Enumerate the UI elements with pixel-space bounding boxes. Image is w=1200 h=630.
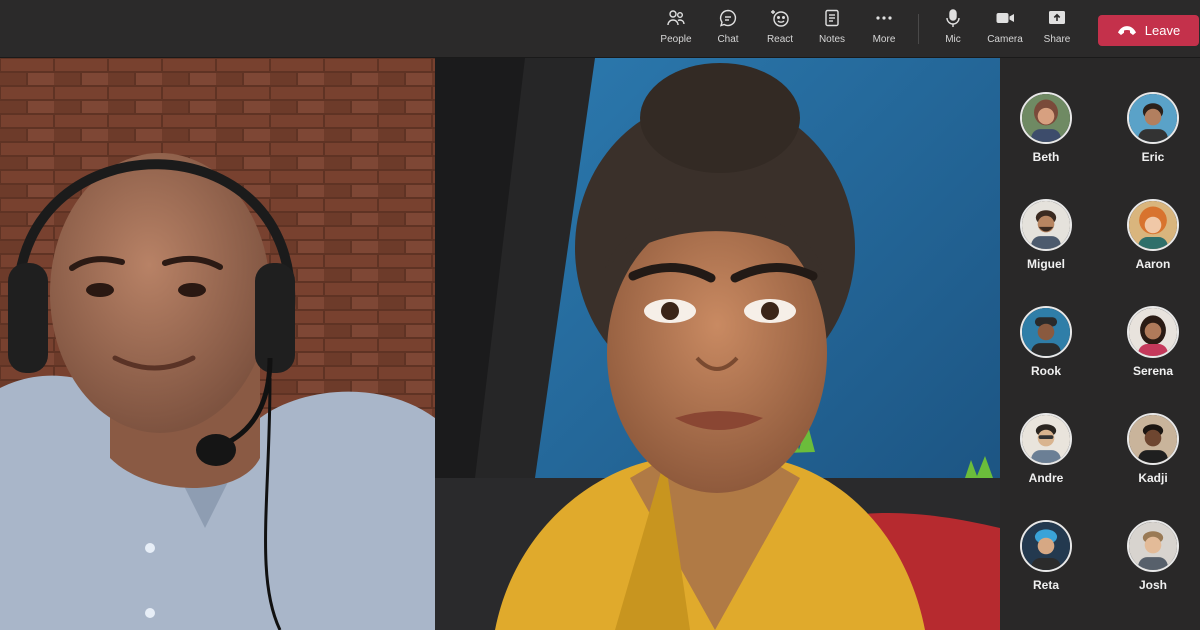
people-button[interactable]: People (650, 8, 702, 52)
react-label: React (766, 34, 794, 45)
participant-eric[interactable]: Eric (1108, 92, 1198, 182)
people-label: People (660, 34, 692, 45)
participant-andre[interactable]: Andre (1001, 413, 1091, 503)
react-button[interactable]: React (754, 8, 806, 52)
more-label: More (872, 34, 896, 45)
more-button[interactable]: More (858, 8, 910, 52)
video-tile-avatar[interactable] (435, 58, 1000, 630)
leave-button[interactable]: Leave (1098, 15, 1199, 46)
avatar-video (435, 58, 1000, 630)
avatar (1127, 92, 1179, 144)
hang-up-icon (1117, 25, 1136, 35)
react-icon (771, 10, 789, 27)
mic-icon (946, 9, 960, 27)
participant-name: Serena (1132, 364, 1174, 378)
participant-kadji[interactable]: Kadji (1108, 413, 1198, 503)
participant-miguel[interactable]: Miguel (1001, 199, 1091, 289)
participant-name: Kadji (1138, 471, 1168, 485)
participant-josh[interactable]: Josh (1108, 520, 1198, 610)
avatar (1020, 306, 1072, 358)
notes-icon (825, 9, 839, 27)
speaker-video (0, 58, 435, 630)
avatar (1020, 92, 1072, 144)
avatar (1020, 520, 1072, 572)
avatar (1020, 413, 1072, 465)
participant-rook[interactable]: Rook (1001, 306, 1091, 396)
camera-button[interactable]: Camera (979, 8, 1031, 52)
share-button[interactable]: Share (1031, 8, 1083, 52)
chat-icon (719, 9, 737, 27)
participant-name: Miguel (1027, 257, 1065, 271)
participant-beth[interactable]: Beth (1001, 92, 1091, 182)
meeting-toolbar: People Chat React Notes More Mic Camera … (0, 0, 1200, 58)
notes-button[interactable]: Notes (806, 8, 858, 52)
avatar (1020, 199, 1072, 251)
share-label: Share (1043, 34, 1071, 45)
participant-reta[interactable]: Reta (1001, 520, 1091, 610)
leave-label: Leave (1144, 23, 1181, 38)
mic-label: Mic (945, 34, 961, 45)
participant-name: Eric (1141, 150, 1165, 164)
notes-label: Notes (818, 34, 846, 45)
mic-button[interactable]: Mic (927, 8, 979, 52)
share-icon (1049, 11, 1065, 24)
participant-name: Reta (1032, 578, 1059, 592)
toolbar-divider (918, 14, 919, 44)
participant-name: Aaron (1135, 257, 1171, 271)
chat-button[interactable]: Chat (702, 8, 754, 52)
participant-serena[interactable]: Serena (1108, 306, 1198, 396)
people-icon (667, 10, 685, 26)
avatar (1127, 520, 1179, 572)
chat-label: Chat (717, 34, 739, 45)
participants-panel: Beth Eric Miguel Aaron Rook Serena Andre… (1000, 58, 1200, 630)
camera-icon (996, 13, 1014, 23)
participant-name: Beth (1032, 150, 1060, 164)
participant-name: Andre (1028, 471, 1064, 485)
avatar (1127, 199, 1179, 251)
video-tile-speaker[interactable] (0, 58, 435, 630)
more-icon (876, 16, 892, 20)
avatar (1127, 413, 1179, 465)
participant-name: Josh (1138, 578, 1167, 592)
avatar (1127, 306, 1179, 358)
participant-name: Rook (1031, 364, 1061, 378)
participant-aaron[interactable]: Aaron (1108, 199, 1198, 289)
camera-label: Camera (987, 34, 1023, 45)
